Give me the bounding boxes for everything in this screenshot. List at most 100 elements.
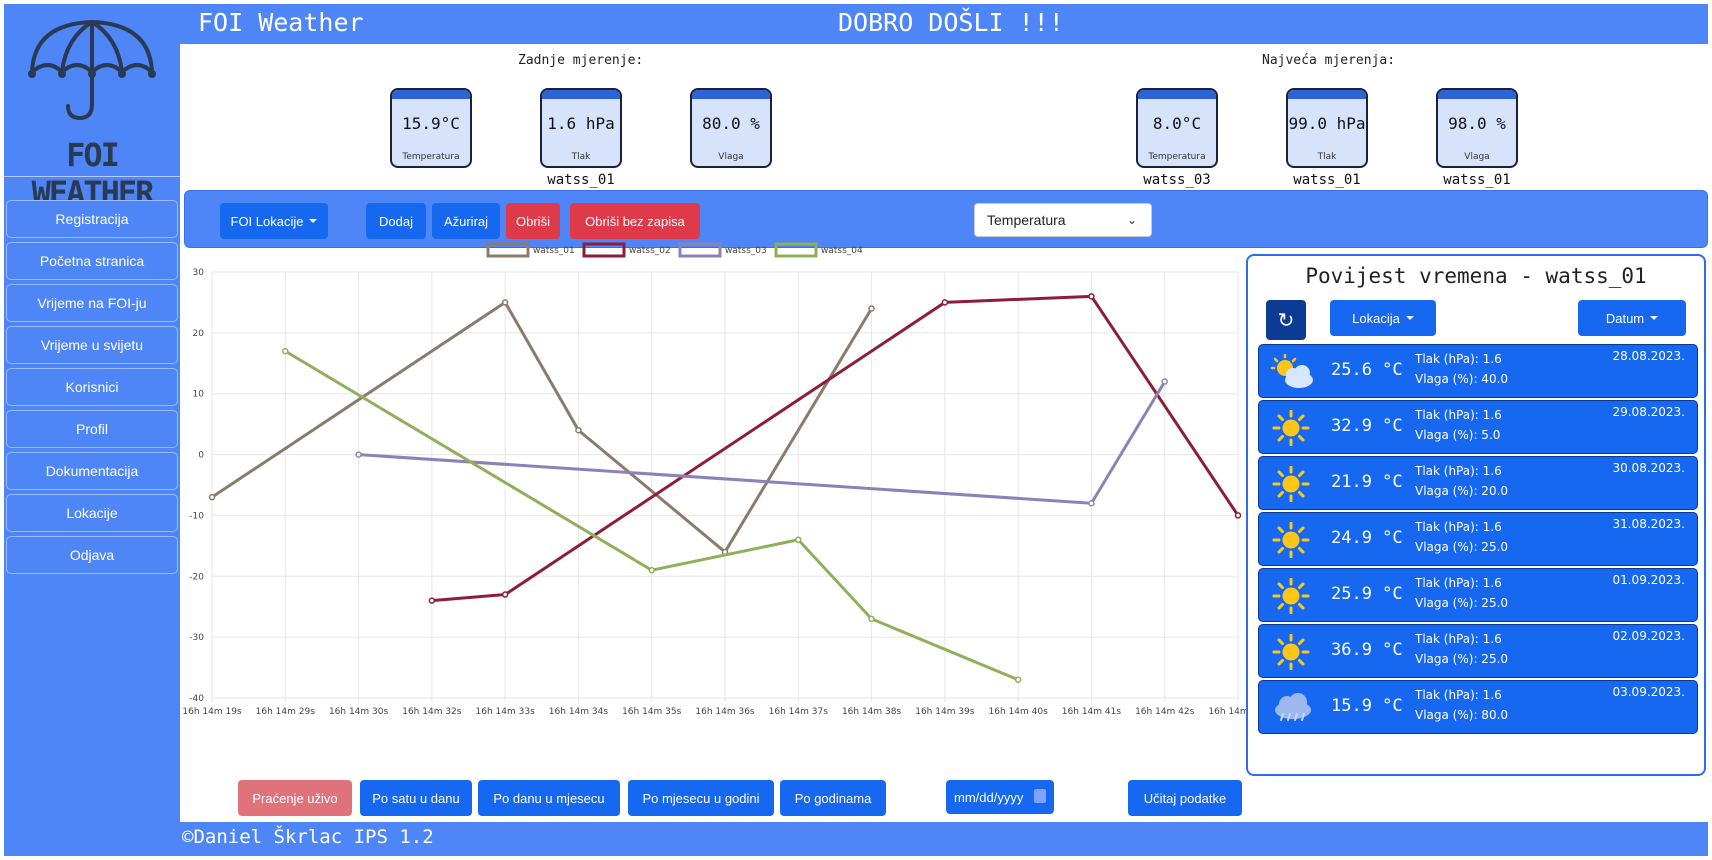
history-row[interactable]: 36.9 °C Tlak (hPa): 1.6 Vlaga (%): 25.0 … [1258, 624, 1698, 678]
data-point[interactable] [868, 305, 875, 312]
logo[interactable]: FOI WEATHER [4, 8, 180, 212]
history-row[interactable]: 25.6 °C Tlak (hPa): 1.6 Vlaga (%): 40.0 … [1258, 344, 1698, 398]
sidebar-item-korisnici[interactable]: Korisnici [6, 368, 178, 406]
sidebar-item-pocetna[interactable]: Početna stranica [6, 242, 178, 280]
delete-button[interactable]: Obriši [506, 203, 560, 239]
date-input-placeholder: mm/dd/yyyy [954, 789, 1024, 805]
max-humidity-value: 98.0 % [1448, 114, 1506, 133]
sun-icon [1267, 465, 1315, 503]
data-point[interactable] [501, 299, 509, 306]
history-date: 28.08.2023. [1612, 349, 1685, 363]
data-point[interactable] [355, 451, 362, 458]
live-tracking-button[interactable]: Praćenje uživo [238, 780, 352, 816]
history-temperature: 24.9 °C [1331, 528, 1403, 548]
update-button[interactable]: Ažuriraj [432, 203, 500, 239]
latest-pressure-label: Tlak [571, 152, 591, 162]
sidebar-item-vrijeme-svijet[interactable]: Vrijeme u svijetu [6, 326, 178, 364]
add-button[interactable]: Dodaj [366, 203, 426, 239]
location-dropdown-button[interactable]: FOI Lokacije [220, 203, 328, 239]
history-location-button[interactable]: Lokacija [1330, 300, 1436, 336]
data-point[interactable] [575, 426, 582, 434]
by-month-button[interactable]: Po mjesecu u godini [628, 780, 774, 816]
x-tick-label: 16h 14m 42s [1135, 707, 1195, 717]
history-pressure: Tlak (hPa): 1.6 [1415, 688, 1502, 702]
delete-no-record-button[interactable]: Obriši bez zapisa [570, 203, 700, 239]
measure-select[interactable]: Temperatura ⌄ [974, 203, 1152, 237]
x-tick-label: 16h 14m 34s [549, 707, 609, 717]
history-pressure: Tlak (hPa): 1.6 [1415, 632, 1502, 646]
sun-icon [1267, 521, 1315, 559]
x-tick-label: 16h 14m 33s [476, 707, 536, 717]
data-point[interactable] [1234, 512, 1242, 519]
partly-cloudy-icon [1267, 353, 1315, 390]
data-point[interactable] [208, 493, 216, 501]
sidebar-item-odjava[interactable]: Odjava [6, 536, 178, 574]
refresh-button[interactable]: ↻ [1266, 300, 1306, 340]
latest-temperature-label: Temperatura [402, 152, 460, 162]
history-date: 31.08.2023. [1612, 517, 1685, 531]
x-tick-label: 16h 14m 41s [1062, 707, 1122, 717]
sidebar-item-profil[interactable]: Profil [6, 410, 178, 448]
y-tick-label: -10 [189, 511, 204, 521]
max-temperature-station: watss_03 [1143, 172, 1211, 188]
sidebar-item-vrijeme-foi[interactable]: Vrijeme na FOI-ju [6, 284, 178, 322]
max-pressure-label: Tlak [1317, 152, 1337, 162]
latest-pressure-card: 1.6 hPa Tlak [540, 88, 622, 168]
data-point[interactable] [1088, 293, 1095, 300]
latest-heading: Zadnje mjerenje: [518, 53, 644, 68]
calendar-icon [1034, 789, 1046, 803]
latest-humidity-value: 80.0 % [702, 114, 760, 133]
data-point[interactable] [868, 615, 875, 623]
history-row[interactable]: 24.9 °C Tlak (hPa): 1.6 Vlaga (%): 25.0 … [1258, 512, 1698, 566]
series-line-watss_02 [431, 294, 1240, 603]
sidebar: FOI WEATHER Registracija Početna stranic… [4, 4, 180, 856]
by-hour-button[interactable]: Po satu u danu [360, 780, 472, 816]
history-row[interactable]: 32.9 °C Tlak (hPa): 1.6 Vlaga (%): 5.0 2… [1258, 400, 1698, 454]
y-tick-label: 30 [193, 268, 205, 278]
history-humidity: Vlaga (%): 20.0 [1415, 484, 1509, 498]
history-pressure: Tlak (hPa): 1.6 [1415, 352, 1502, 366]
chart-y-axis: 30 20 10 0 -10 -20 -30 -40 [189, 268, 204, 704]
data-point[interactable] [1014, 676, 1022, 683]
history-row[interactable]: 25.9 °C Tlak (hPa): 1.6 Vlaga (%): 25.0 … [1258, 568, 1698, 622]
max-temperature-card: 8.0°C Temperatura [1136, 88, 1218, 168]
history-date: 03.09.2023. [1612, 685, 1685, 699]
history-date-button[interactable]: Datum [1578, 300, 1686, 336]
legend-label: watss_01 [533, 246, 575, 256]
max-pressure-value: 99.0 hPa [1288, 114, 1366, 133]
by-day-button[interactable]: Po danu u mjesecu [478, 780, 620, 816]
data-point[interactable] [1088, 500, 1095, 507]
history-row[interactable]: 15.9 °C Tlak (hPa): 1.6 Vlaga (%): 80.0 … [1258, 680, 1698, 734]
data-point[interactable] [795, 536, 802, 544]
history-pressure: Tlak (hPa): 1.6 [1415, 576, 1502, 590]
by-year-button[interactable]: Po godinama [780, 780, 886, 816]
rain-cloud-icon [1267, 690, 1315, 726]
data-point[interactable] [501, 591, 509, 598]
history-row[interactable]: 21.9 °C Tlak (hPa): 1.6 Vlaga (%): 20.0 … [1258, 456, 1698, 510]
sidebar-item-lokacije[interactable]: Lokacije [6, 494, 178, 532]
y-tick-label: 10 [193, 390, 205, 400]
y-tick-label: -20 [189, 572, 204, 582]
history-pressure: Tlak (hPa): 1.6 [1415, 464, 1502, 478]
max-humidity-label: Vlaga [1464, 152, 1490, 162]
series-line-watss_03 [358, 380, 1166, 505]
x-tick-label: 16h 14m 29s [256, 707, 316, 717]
sidebar-item-dokumentacija[interactable]: Dokumentacija [6, 452, 178, 490]
data-point[interactable] [941, 299, 949, 306]
latest-humidity-label: Vlaga [718, 152, 744, 162]
sun-icon [1267, 577, 1315, 615]
legend-label: watss_03 [725, 246, 767, 256]
latest-pressure-station: watss_01 [547, 172, 615, 188]
data-point[interactable] [428, 597, 436, 604]
latest-pressure-value: 1.6 hPa [547, 114, 615, 133]
history-date: 01.09.2023. [1612, 573, 1685, 587]
footer-text: ©Daniel Škrlac IPS 1.2 [182, 826, 434, 848]
sidebar-item-registracija[interactable]: Registracija [6, 200, 178, 238]
load-data-button[interactable]: Učitaj podatke [1128, 780, 1242, 816]
data-point[interactable] [282, 347, 289, 355]
data-point[interactable] [1161, 378, 1168, 385]
caret-down-icon [1650, 316, 1659, 320]
history-temperature: 25.9 °C [1331, 584, 1403, 604]
date-input[interactable]: mm/dd/yyyy [946, 780, 1054, 814]
data-point[interactable] [648, 566, 655, 574]
